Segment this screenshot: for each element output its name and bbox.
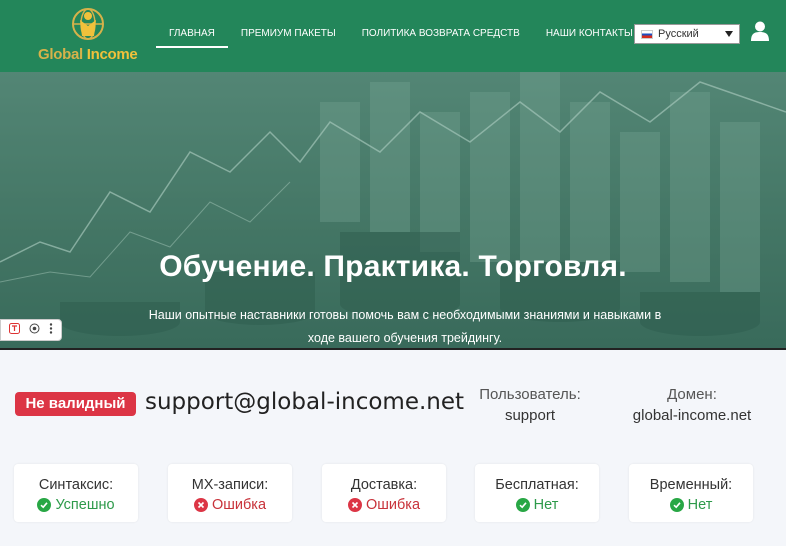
- error-circle-icon: [193, 498, 208, 512]
- hero-title: Обучение. Практика. Торговля.: [159, 250, 627, 283]
- check-label: Временный:: [649, 477, 733, 493]
- nav-item-premium-packages[interactable]: ПРЕМИУМ ПАКЕТЫ: [228, 0, 349, 72]
- check-value: Нет: [687, 497, 713, 513]
- hero-subtitle: Наши опытные наставники готовы помочь ва…: [148, 308, 662, 345]
- site-screenshot: Global Income ГЛАВНАЯ ПРЕМИУМ ПАКЕТЫ ПОЛ…: [0, 0, 786, 350]
- check-label: Синтаксис:: [38, 477, 114, 493]
- user-info: Пользователь: support: [470, 384, 590, 426]
- logo-text-global: Global: [38, 46, 83, 63]
- check-card-delivery: Доставка: Ошибка: [322, 464, 446, 522]
- check-card-free: Бесплатная: Нет: [475, 464, 599, 522]
- check-circle-icon: [515, 498, 530, 512]
- check-label: Бесплатная:: [495, 477, 579, 493]
- check-value: Нет: [533, 497, 559, 513]
- nav-item-home[interactable]: ГЛАВНАЯ: [156, 0, 228, 72]
- globe-people-icon: [72, 8, 104, 40]
- check-value: Ошибка: [211, 497, 267, 513]
- main-nav: ГЛАВНАЯ ПРЕМИУМ ПАКЕТЫ ПОЛИТИКА ВОЗВРАТА…: [156, 0, 646, 72]
- floating-toolbar: [0, 319, 62, 341]
- logo-text-income: Income: [86, 46, 138, 63]
- hero-banner: Обучение. Практика. Торговля. Наши опытн…: [0, 72, 786, 348]
- more-vertical-icon[interactable]: [49, 323, 53, 337]
- domain-value: global-income.net: [632, 407, 752, 424]
- nav-item-refund-policy[interactable]: ПОЛИТИКА ВОЗВРАТА СРЕДСТВ: [349, 0, 533, 72]
- status-badge: Не валидный: [15, 392, 136, 416]
- translate-icon[interactable]: [9, 323, 21, 337]
- site-logo[interactable]: Global Income: [38, 6, 138, 66]
- check-card-disposable: Временный: Нет: [629, 464, 753, 522]
- check-circle-icon: [37, 498, 52, 512]
- error-circle-icon: [347, 498, 362, 512]
- check-label: Доставка:: [350, 477, 418, 493]
- user-label: Пользователь:: [479, 386, 581, 403]
- user-icon[interactable]: [751, 21, 769, 41]
- nav-item-contacts[interactable]: НАШИ КОНТАКТЫ: [533, 0, 646, 72]
- language-selected: Русский: [658, 28, 699, 40]
- check-card-syntax: Синтаксис: Успешно: [14, 464, 138, 522]
- site-navbar: Global Income ГЛАВНАЯ ПРЕМИУМ ПАКЕТЫ ПОЛ…: [0, 0, 786, 72]
- check-label: MX-записи:: [191, 477, 269, 493]
- language-select[interactable]: Русский: [634, 24, 740, 44]
- check-circle-icon: [669, 498, 684, 512]
- user-value: support: [504, 407, 556, 424]
- lens-icon[interactable]: [29, 323, 40, 337]
- check-value: Успешно: [55, 497, 115, 513]
- validation-result: Не валидный support@global-income.net По…: [0, 352, 786, 546]
- domain-info: Домен: global-income.net: [622, 384, 762, 426]
- checked-email: support@global-income.net: [145, 389, 465, 415]
- russia-flag-icon: [641, 29, 653, 39]
- caret-down-icon: [725, 31, 733, 37]
- check-value: Ошибка: [365, 497, 421, 513]
- logo-text: Global Income: [38, 46, 138, 63]
- check-card-mx: MX-записи: Ошибка: [168, 464, 292, 522]
- domain-label: Домен:: [667, 386, 717, 403]
